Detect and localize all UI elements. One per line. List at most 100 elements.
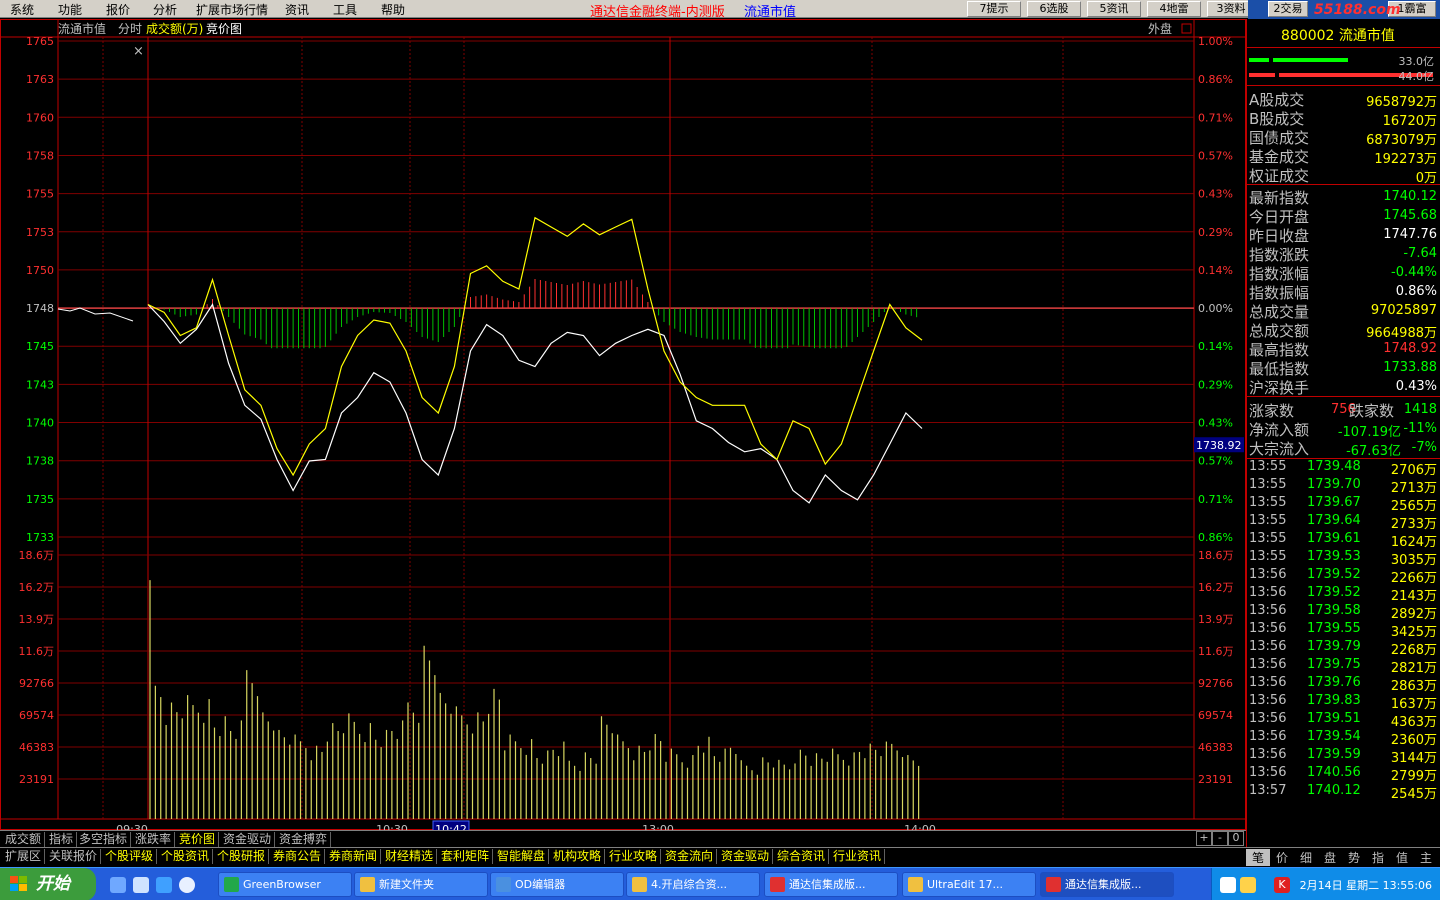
tick-price: 1739.70	[1307, 477, 1361, 492]
taskbar-window-button[interactable]: 通达信集成版...	[1040, 872, 1174, 897]
chart-mode-label: 分时	[118, 22, 142, 36]
tick-time: 13:55	[1249, 513, 1287, 528]
tick-amount: 2863万	[1390, 679, 1437, 694]
tick-price: 1739.53	[1307, 549, 1361, 564]
indicator-tab[interactable]: 成交额	[2, 832, 46, 847]
panel-tab[interactable]: 值	[1390, 849, 1414, 866]
ext-tab[interactable]: 个股评级	[102, 849, 158, 864]
down-count-value: 1418	[1403, 402, 1437, 417]
start-button[interactable]: 开始	[0, 868, 96, 900]
tick-time: 13:56	[1249, 711, 1287, 726]
menu-help[interactable]: 帮助	[381, 1, 405, 18]
tick-row: 13:55 1739.67 2565万	[1249, 495, 1437, 514]
ext-tab[interactable]: 智能解盘	[494, 849, 550, 864]
chart-name: 流通市值	[58, 21, 106, 36]
tray-k-icon[interactable]: K	[1274, 877, 1290, 893]
quicklaunch-ie-icon[interactable]	[133, 877, 149, 893]
zoom-in-button[interactable]: +	[1196, 831, 1212, 846]
site-logo[interactable]: 2交易 1霸富 55188.com	[1248, 0, 1440, 20]
taskbar-window-button[interactable]: UltraEdit 17...	[902, 872, 1036, 897]
indicator-tab[interactable]: 涨跌率	[132, 832, 176, 847]
intraday-chart[interactable]: 流通市值 分时 成交额(万) 竞价图 外盘 1765 1.00% 1763 0.86% 1760 0…	[0, 19, 1246, 830]
show-desktop-icon[interactable]	[110, 877, 126, 893]
tick-time: 13:56	[1249, 693, 1287, 708]
panel-tab[interactable]: 指	[1366, 849, 1390, 866]
menu-system[interactable]: 系统	[10, 1, 34, 18]
ext-tab[interactable]: 机构攻略	[550, 849, 606, 864]
tick-price: 1739.67	[1307, 495, 1361, 510]
tick-row: 13:56 1739.76 2863万	[1249, 675, 1437, 694]
ext-tab[interactable]: 券商新闻	[326, 849, 382, 864]
menu-tools[interactable]: 工具	[333, 1, 357, 18]
panel-tab[interactable]: 主	[1414, 849, 1438, 866]
ext-tab[interactable]: 行业资讯	[830, 849, 886, 864]
tick-amount: 2799万	[1390, 769, 1437, 784]
menu-quote[interactable]: 报价	[106, 1, 130, 18]
indicator-tab[interactable]: 资金搏弈	[276, 832, 332, 847]
ext-tab[interactable]: 扩展区	[2, 849, 46, 864]
chart-canvas[interactable]: 流通市值 分时 成交额(万) 竞价图 外盘 1765 1.00% 1763 0.86% 1760 0…	[0, 19, 1246, 830]
ext-tab[interactable]: 关联报价	[46, 849, 102, 864]
zoom-out-button[interactable]: -	[1212, 831, 1228, 846]
volume-tick-label: 92766	[19, 677, 54, 690]
panel-tab[interactable]: 细	[1294, 849, 1318, 866]
menu-analysis[interactable]: 分析	[153, 1, 177, 18]
tick-amount: 1637万	[1390, 697, 1437, 712]
toolbar-mine-button[interactable]: 4地雷	[1147, 1, 1201, 17]
ext-tab[interactable]: 个股研报	[214, 849, 270, 864]
taskbar-window-button[interactable]: 新建文件夹	[354, 872, 488, 897]
tick-amount: 2266万	[1390, 571, 1437, 586]
ext-tab[interactable]: 综合资讯	[774, 849, 830, 864]
taskbar-window-button[interactable]: OD编辑器	[490, 872, 624, 897]
logo-text: 55188.com	[1314, 2, 1401, 18]
menu-function[interactable]: 功能	[58, 1, 82, 18]
quicklaunch-media-icon[interactable]	[156, 877, 172, 893]
ext-tab[interactable]: 行业攻略	[606, 849, 662, 864]
indicator-tab[interactable]: 指标	[46, 832, 78, 847]
panel-tab[interactable]: 势	[1342, 849, 1366, 866]
up-count-label: 涨家数	[1249, 402, 1295, 420]
indicator-tab[interactable]: 资金驱动	[220, 832, 276, 847]
panel-tab[interactable]: 盘	[1318, 849, 1342, 866]
time-tick-label: 13:00	[642, 823, 674, 830]
quicklaunch-browser-icon[interactable]	[179, 877, 195, 893]
volume-tick-label-right: 46383	[1198, 741, 1233, 754]
toolbar-trade-button[interactable]: 2交易	[1268, 1, 1308, 17]
zoom-reset-button[interactable]: 0	[1228, 831, 1244, 846]
panel-tab[interactable]: 价	[1270, 849, 1294, 866]
tick-price: 1739.83	[1307, 693, 1361, 708]
index-stat-label: 最高指数	[1249, 341, 1310, 359]
tick-row: 13:56 1739.83 1637万	[1249, 693, 1437, 712]
taskbar-window-button[interactable]: GreenBrowser	[218, 872, 352, 897]
price-tick-label: 1745	[26, 340, 54, 353]
panel-tab[interactable]: 笔	[1246, 849, 1270, 866]
tick-amount: 2713万	[1390, 481, 1437, 496]
toolbar-stock-select-button[interactable]: 6选股	[1027, 1, 1081, 17]
indicator-tab[interactable]: 多空指标	[76, 832, 132, 847]
tray-network-icon[interactable]	[1220, 877, 1236, 893]
index-stat-label: 沪深换手	[1249, 379, 1310, 397]
window-title: 通达信集成版...	[1065, 878, 1142, 891]
index-title: 880002 流通市值	[1281, 25, 1395, 45]
taskbar-window-button[interactable]: 通达信集成版...	[764, 872, 898, 897]
ext-tab[interactable]: 个股资讯	[158, 849, 214, 864]
toolbar-hint-button[interactable]: 7提示	[967, 1, 1021, 17]
indicator-tab[interactable]: 竞价图	[176, 832, 220, 847]
taskbar-window-button[interactable]: 4.开启综合资...	[626, 872, 760, 897]
ext-tab[interactable]: 资金流向	[662, 849, 718, 864]
ext-tab[interactable]: 券商公告	[270, 849, 326, 864]
toolbar-news-button[interactable]: 5资讯	[1087, 1, 1141, 17]
ext-tab[interactable]: 资金驱动	[718, 849, 774, 864]
tick-row: 13:56 1739.52 2143万	[1249, 585, 1437, 604]
index-stat-value: 1733.88	[1383, 360, 1437, 375]
buy-bar-label: 33.0亿	[1398, 55, 1435, 68]
pct-tick-label: 0.29%	[1198, 378, 1233, 391]
ext-tab[interactable]: 套利矩阵	[438, 849, 494, 864]
breadth-row: 涨家数 756 跌家数 1418	[1249, 400, 1437, 420]
menu-info[interactable]: 资讯	[285, 1, 309, 18]
menu-ext-market[interactable]: 扩展市场行情	[196, 1, 268, 18]
tray-app-icon[interactable]	[1240, 877, 1256, 893]
pct-tick-label: 0.43%	[1198, 188, 1233, 201]
ext-tab[interactable]: 财经精选	[382, 849, 438, 864]
window-title: GreenBrowser	[243, 878, 321, 891]
